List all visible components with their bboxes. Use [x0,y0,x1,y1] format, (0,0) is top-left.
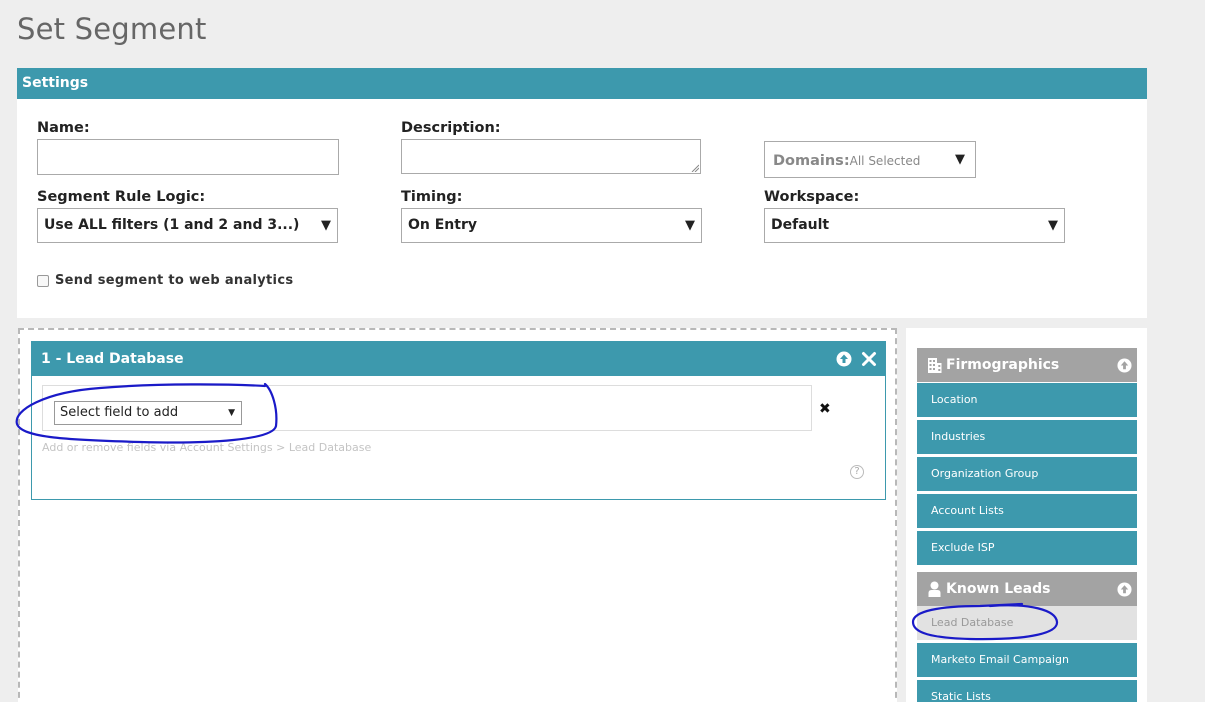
close-icon[interactable] [861,351,877,367]
name-label: Name: [37,120,90,136]
domains-value: All Selected [849,154,921,168]
send-analytics-label: Send segment to web analytics [55,273,294,288]
category-item-location[interactable]: Location [917,383,1137,417]
category-item-account-lists[interactable]: Account Lists [917,494,1137,528]
chevron-down-icon: ▼ [1048,218,1058,233]
collapse-icon[interactable] [1117,358,1132,373]
category-header-known-leads[interactable]: Known Leads [917,572,1137,606]
category-header-label: Firmographics [946,357,1060,373]
rule-logic-label: Segment Rule Logic: [37,189,206,205]
send-analytics-row[interactable]: Send segment to web analytics [37,273,293,288]
field-row: Select field to add ▼ [42,385,812,431]
description-textarea[interactable] [401,139,701,174]
category-item-lead-database[interactable]: Lead Database [917,606,1137,640]
category-header-firmographics[interactable]: Firmographics [917,348,1137,382]
collapse-icon[interactable] [1117,582,1132,597]
rule-logic-select[interactable]: Use ALL filters (1 and 2 and 3...) ▼ [37,208,338,243]
move-up-icon[interactable] [836,351,852,367]
category-item-organization-group[interactable]: Organization Group [917,457,1137,491]
category-item-industries[interactable]: Industries [917,420,1137,454]
chevron-down-icon: ▼ [955,152,965,167]
help-icon[interactable]: ? [850,465,864,479]
category-panel: Firmographics Location Industries Organi… [906,328,1147,702]
rule-logic-value: Use ALL filters (1 and 2 and 3...) [44,217,300,233]
filter-title: 1 - Lead Database [41,351,184,367]
building-icon [928,358,942,373]
timing-value: On Entry [408,217,477,233]
remove-field-icon[interactable]: ✖ [819,401,831,417]
timing-select[interactable]: On Entry ▼ [401,208,702,243]
field-hint: Add or remove fields via Account Setting… [42,441,372,454]
page-title: Set Segment [17,12,207,46]
chevron-down-icon: ▼ [228,408,235,418]
person-icon [928,581,941,597]
settings-header: Settings [17,68,1147,99]
resize-handle-icon[interactable] [691,164,699,172]
category-item-static-lists[interactable]: Static Lists [917,680,1137,702]
settings-panel: Settings Name: Description: Domains:All … [17,68,1147,318]
category-item-exclude-isp[interactable]: Exclude ISP [917,531,1137,565]
category-header-label: Known Leads [946,581,1051,597]
chevron-down-icon: ▼ [321,218,331,233]
filter-header: 1 - Lead Database [32,342,885,376]
category-item-marketo-email-campaign[interactable]: Marketo Email Campaign [917,643,1137,677]
chevron-down-icon: ▼ [685,218,695,233]
workspace-value: Default [771,217,830,233]
filter-drop-zone[interactable]: 1 - Lead Database Select field to add ▼ … [18,328,897,702]
field-select-value: Select field to add [60,405,179,420]
filter-card: 1 - Lead Database Select field to add ▼ … [31,341,886,500]
timing-label: Timing: [401,189,463,205]
field-select[interactable]: Select field to add ▼ [54,401,242,425]
workspace-label: Workspace: [764,189,860,205]
name-input[interactable] [37,139,339,175]
domains-select[interactable]: Domains:All Selected ▼ [764,141,976,178]
description-label: Description: [401,120,501,136]
send-analytics-checkbox[interactable] [37,274,49,287]
workspace-select[interactable]: Default ▼ [764,208,1065,243]
domains-label: Domains: [773,153,850,169]
